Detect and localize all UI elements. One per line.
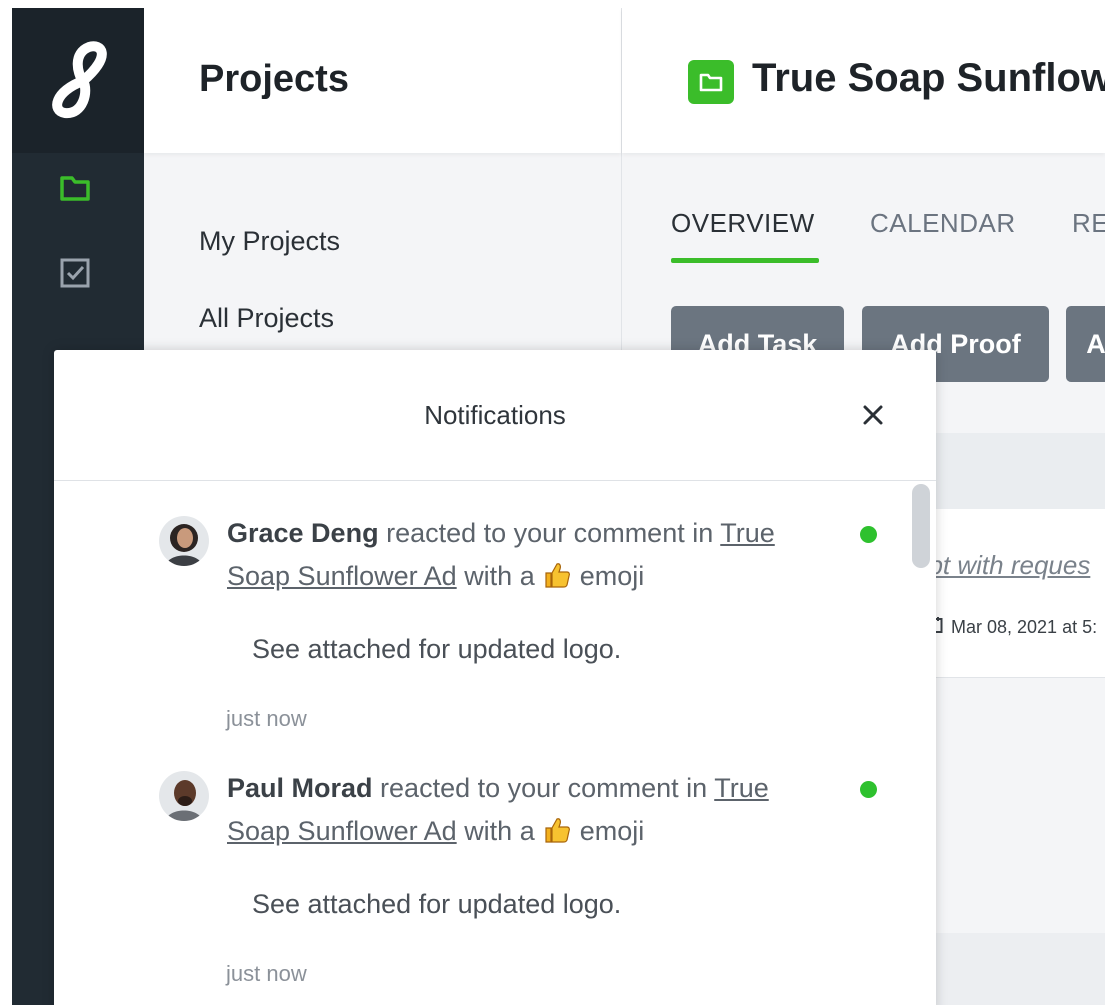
avatar bbox=[159, 516, 209, 566]
notification-with: with a bbox=[464, 561, 535, 591]
project-title: True Soap Sunflow bbox=[752, 56, 1105, 100]
activity-date: Mar 08, 2021 at 5: bbox=[927, 616, 1097, 639]
avatar bbox=[159, 771, 209, 821]
logo-icon[interactable] bbox=[12, 8, 144, 153]
notification-emoji-text: emoji bbox=[579, 816, 645, 846]
notification-text: Paul Morad reacted to your comment in Tr… bbox=[227, 767, 839, 853]
sidebar-header: Projects bbox=[144, 8, 621, 153]
tab-overview[interactable]: OVERVIEW bbox=[671, 208, 815, 239]
notification-user[interactable]: Paul Morad bbox=[227, 773, 373, 803]
unread-dot bbox=[860, 781, 877, 798]
notification-user[interactable]: Grace Deng bbox=[227, 518, 379, 548]
project-folder-icon bbox=[688, 60, 734, 104]
app-window: Projects My Projects All Projects True S… bbox=[12, 8, 1105, 1005]
thumbs-up-icon bbox=[542, 815, 572, 845]
close-icon[interactable] bbox=[857, 399, 889, 431]
notification-action: reacted to your comment in bbox=[380, 773, 708, 803]
notification-comment: See attached for updated logo. bbox=[252, 634, 622, 664]
notifications-title: Notifications bbox=[424, 400, 566, 430]
sidebar-title: Projects bbox=[199, 58, 349, 100]
folder-icon[interactable] bbox=[58, 171, 92, 205]
tab-re[interactable]: RE bbox=[1072, 208, 1105, 239]
activity-date-text: Mar 08, 2021 at 5: bbox=[951, 617, 1098, 637]
add-other-button[interactable]: A bbox=[1066, 306, 1105, 382]
notification-text: Grace Deng reacted to your comment in Tr… bbox=[227, 512, 839, 598]
sidebar-item-my-projects[interactable]: My Projects bbox=[199, 226, 340, 257]
notification-with: with a bbox=[464, 816, 535, 846]
active-tab-indicator bbox=[671, 258, 819, 263]
notification-action: reacted to your comment in bbox=[386, 518, 714, 548]
notification-time: just now bbox=[226, 961, 307, 986]
notification-comment: See attached for updated logo. bbox=[252, 889, 622, 919]
activity-text: ept with reques bbox=[914, 550, 1091, 580]
thumbs-up-icon bbox=[542, 560, 572, 590]
notification-time: just now bbox=[226, 706, 307, 731]
tab-calendar[interactable]: CALENDAR bbox=[870, 208, 1016, 239]
project-header: True Soap Sunflow bbox=[622, 8, 1105, 153]
notifications-scrollbar[interactable] bbox=[912, 484, 930, 568]
notifications-panel: Notifications Grace Deng reacted to your… bbox=[54, 350, 936, 1005]
checkbox-icon[interactable] bbox=[58, 256, 92, 290]
unread-dot bbox=[860, 526, 877, 543]
notifications-header: Notifications bbox=[54, 350, 936, 481]
notification-emoji-text: emoji bbox=[579, 561, 645, 591]
sidebar-item-all-projects[interactable]: All Projects bbox=[199, 303, 334, 334]
